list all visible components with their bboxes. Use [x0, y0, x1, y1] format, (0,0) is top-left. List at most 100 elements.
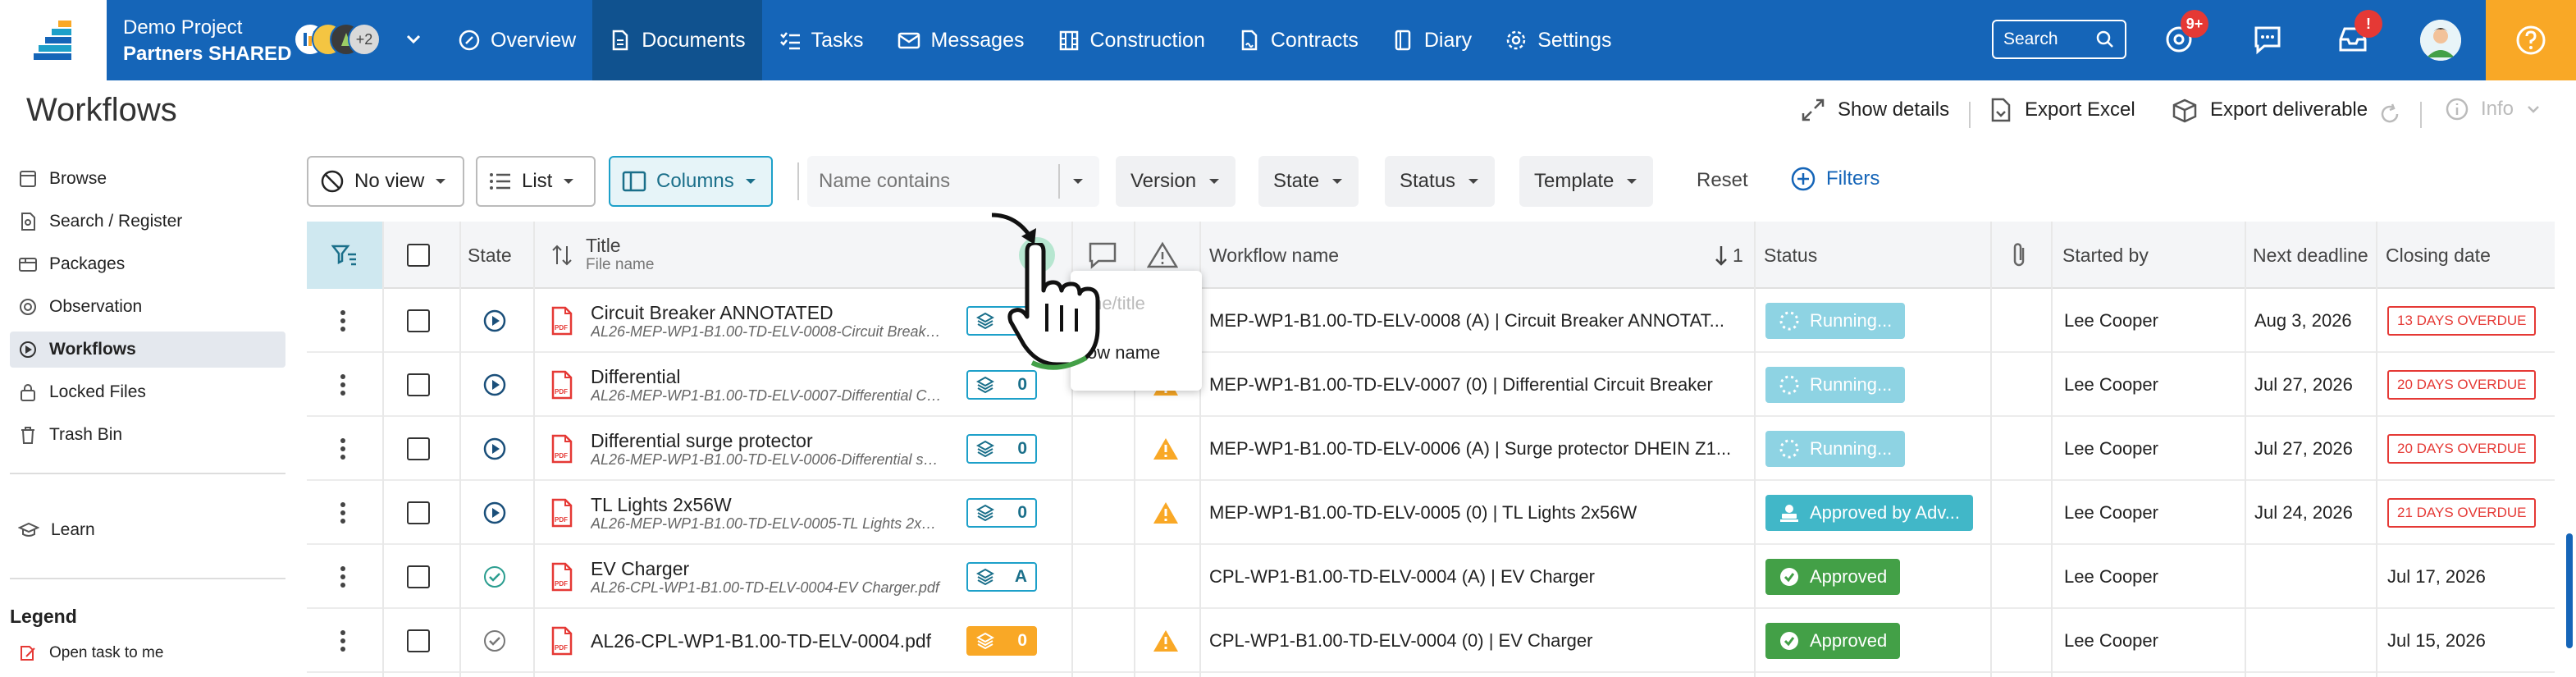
nav-contracts[interactable]: Contracts	[1222, 0, 1375, 80]
export-deliverable-button[interactable]: Export deliverable	[2171, 97, 2368, 123]
status-pill[interactable]: Approved	[1765, 623, 1901, 659]
header-started-by[interactable]: Started by	[2062, 222, 2149, 289]
title-cell[interactable]: PDF Differential AL26-MEP-WP1-B1.00-TD-ELV…	[550, 353, 943, 417]
nav-construction[interactable]: Construction	[1041, 0, 1222, 80]
project-members[interactable]: +2	[294, 23, 400, 57]
export-excel-button[interactable]: Export Excel	[1989, 97, 2135, 123]
header-closing-date[interactable]: Closing date	[2386, 222, 2491, 289]
info-icon	[2446, 98, 2469, 121]
workflow-name[interactable]: CPL-WP1-B1.00-TD-ELV-0004 (A) | EV Charg…	[1209, 545, 1734, 609]
version-badge[interactable]: 0	[966, 626, 1037, 656]
nav-diary[interactable]: Diary	[1375, 0, 1488, 80]
row-checkbox[interactable]	[407, 373, 430, 396]
status-pill[interactable]: Approved	[1765, 559, 1901, 595]
sidebar-item-search-register[interactable]: Search / Register	[10, 204, 285, 240]
checkbox[interactable]	[407, 244, 430, 267]
row-checkbox[interactable]	[407, 565, 430, 588]
warning-cell[interactable]	[1152, 609, 1180, 673]
table-row[interactable]: PDF Differential surge protector AL26-MEP-…	[307, 417, 2555, 481]
sidebar-item-locked-files[interactable]: Locked Files	[10, 374, 285, 410]
show-details-button[interactable]: Show details	[1800, 97, 1949, 123]
warning-cell[interactable]	[1152, 417, 1180, 481]
workflow-name[interactable]: CPL-WP1-B1.00-TD-ELV-0004 (0) | EV Charg…	[1209, 609, 1734, 673]
sidebar-item-learn[interactable]: Learn	[10, 512, 285, 548]
template-filter[interactable]: Template	[1519, 156, 1654, 207]
filters-button[interactable]: Filters	[1790, 166, 1879, 192]
column-filter-toggle[interactable]	[307, 222, 382, 289]
nav-settings[interactable]: Settings	[1488, 0, 1628, 80]
nav-tasks[interactable]: Tasks	[762, 0, 880, 80]
header-sort-indicator[interactable]: 1	[1715, 222, 1743, 289]
row-checkbox[interactable]	[407, 501, 430, 524]
header-attachments[interactable]	[2010, 222, 2030, 289]
sidebar-item-observation[interactable]: Observation	[10, 289, 285, 325]
sidebar-item-browse[interactable]: Browse	[10, 161, 285, 197]
status-pill[interactable]: Running...	[1765, 431, 1906, 467]
status-filter[interactable]: Status	[1385, 156, 1496, 207]
scrollbar-thumb[interactable]	[2566, 533, 2573, 648]
title-cell[interactable]: PDF AL26-CPL-WP1-B1.00-TD-ELV-0004.pdf	[550, 609, 931, 673]
header-next-deadline[interactable]: Next deadline	[2253, 222, 2368, 289]
title-cell[interactable]: PDF Circuit Breaker ANNOTATED AL26-MEP-WP1…	[550, 289, 943, 353]
chat-icon[interactable]	[2251, 23, 2284, 56]
reset-button[interactable]: Reset	[1697, 169, 1748, 192]
header-workflow-name[interactable]: Workflow name	[1209, 222, 1339, 289]
sidebar-item-trash-bin[interactable]: Trash Bin	[10, 417, 285, 453]
chevron-down-icon[interactable]	[404, 30, 423, 49]
row-menu-button[interactable]	[340, 609, 346, 673]
table-row[interactable]: PDF Differential AL26-MEP-WP1-B1.00-TD-ELV…	[307, 353, 2555, 417]
row-menu-button[interactable]	[340, 545, 346, 609]
row-checkbox[interactable]	[407, 437, 430, 460]
info-button[interactable]: Info	[2445, 97, 2542, 121]
table-row[interactable]: PDF EV Charger AL26-CPL-WP1-B1.00-TD-ELV-0…	[307, 545, 2555, 609]
version-badge[interactable]: 0	[966, 370, 1037, 400]
status-pill[interactable]: Running...	[1765, 303, 1906, 339]
closing-cell: 20 DAYS OVERDUE	[2387, 417, 2537, 481]
row-menu-button[interactable]	[340, 289, 346, 353]
version-badge[interactable]: 0	[966, 434, 1037, 464]
row-checkbox[interactable]	[407, 629, 430, 652]
version-badge[interactable]: 0	[966, 498, 1037, 528]
workflow-name[interactable]: MEP-WP1-B1.00-TD-ELV-0007 (0) | Differen…	[1209, 353, 1734, 417]
global-search[interactable]: Search	[1992, 20, 2126, 59]
layout-select[interactable]: List	[476, 156, 596, 207]
title-cell[interactable]: PDF TL Lights 2x56W AL26-MEP-WP1-B1.00-TD-…	[550, 481, 943, 545]
name-filter-input[interactable]: Name contains	[807, 156, 1099, 207]
row-checkbox[interactable]	[407, 309, 430, 332]
version-filter[interactable]: Version	[1116, 156, 1236, 207]
sidebar-item-workflows[interactable]: Workflows	[10, 332, 285, 368]
state-filter[interactable]: State	[1258, 156, 1359, 207]
row-menu-button[interactable]	[340, 353, 346, 417]
project-selector[interactable]: Demo Project Partners SHARED	[123, 15, 291, 67]
table-row[interactable]: PDF TL Lights 2x56W AL26-MEP-WP1-B1.00-TD-…	[307, 481, 2555, 545]
workflow-name[interactable]: MEP-WP1-B1.00-TD-ELV-0005 (0) | TL Light…	[1209, 481, 1734, 545]
version-badge[interactable]: A	[966, 562, 1037, 592]
nav-messages[interactable]: Messages	[880, 0, 1041, 80]
column-divider	[2376, 222, 2377, 677]
header-title[interactable]: Title File name	[550, 222, 654, 289]
nav-documents[interactable]: Documents	[592, 0, 762, 80]
header-status[interactable]: Status	[1764, 222, 1817, 289]
table-row[interactable]: PDF Circuit Breaker ANNOTATED AL26-MEP-WP1…	[307, 289, 2555, 353]
row-menu-button[interactable]	[340, 481, 346, 545]
row-menu-button[interactable]	[340, 417, 346, 481]
sidebar-item-packages[interactable]: Packages	[10, 246, 285, 282]
status-pill[interactable]: Running...	[1765, 367, 1906, 403]
view-select[interactable]: No view	[307, 156, 464, 207]
workflow-name[interactable]: MEP-WP1-B1.00-TD-ELV-0006 (A) | Surge pr…	[1209, 417, 1734, 481]
columns-select[interactable]: Columns	[609, 156, 773, 207]
warning-cell[interactable]	[1152, 481, 1180, 545]
header-state[interactable]: State	[468, 222, 512, 289]
select-all-checkbox[interactable]	[407, 222, 430, 289]
user-avatar[interactable]	[2420, 20, 2461, 61]
svg-text:PDF: PDF	[555, 388, 568, 396]
status-pill[interactable]: Approved by Adv...	[1765, 495, 1974, 531]
title-cell[interactable]: PDF EV Charger AL26-CPL-WP1-B1.00-TD-ELV-0…	[550, 545, 943, 609]
refresh-icon[interactable]	[2377, 102, 2402, 126]
workflow-name[interactable]: MEP-WP1-B1.00-TD-ELV-0008 (A) | Circuit …	[1209, 289, 1734, 353]
title-cell[interactable]: PDF Differential surge protector AL26-MEP-…	[550, 417, 943, 481]
table-row[interactable]: PDF AL26-CPL-WP1-B1.00-TD-ELV-0004.pdf 0 CP…	[307, 609, 2555, 673]
app-logo[interactable]	[0, 0, 107, 80]
help-button[interactable]	[2486, 0, 2576, 80]
nav-overview[interactable]: Overview	[441, 0, 592, 80]
